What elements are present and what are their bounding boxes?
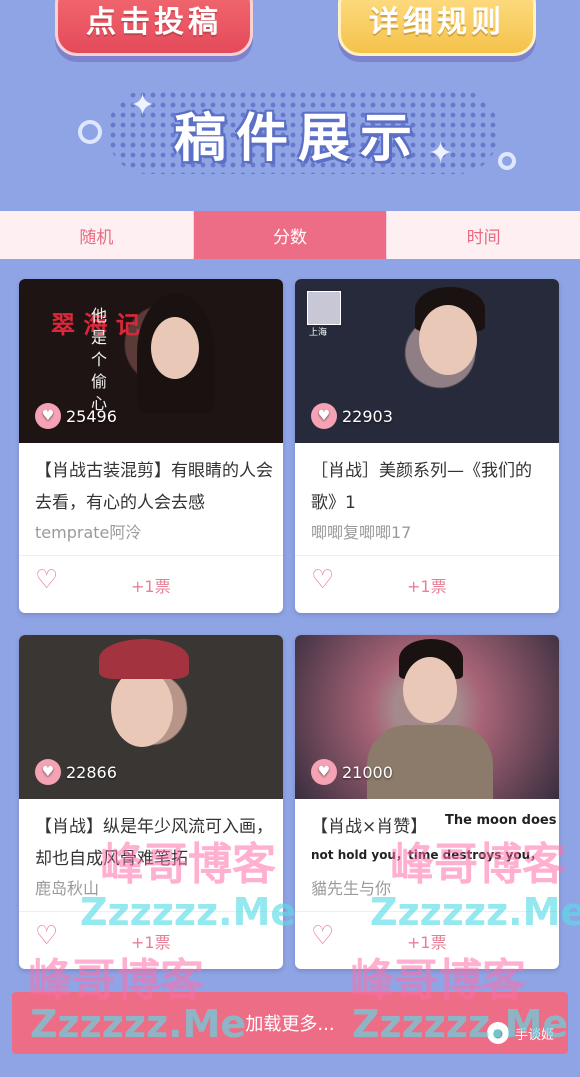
likes-count: ♥ 25496 <box>35 403 117 429</box>
entry-title: 【肖战古装混剪】有眼睛的人会去看，有心的人会去感 <box>35 461 273 513</box>
inset-thumbnail <box>307 291 341 325</box>
entry-author: temprate阿泠 <box>35 523 142 542</box>
entry-thumbnail[interactable]: 翠 海 记 他是个偷心 ♥ 25496 <box>19 279 283 443</box>
heart-outline-icon[interactable]: ♡ <box>311 565 334 595</box>
watermark: Zzzzzz.Me <box>30 1002 247 1046</box>
likes-value: 21000 <box>342 762 393 782</box>
watermark: 峰哥博客 <box>28 955 204 1006</box>
heart-outline-icon[interactable]: ♡ <box>35 565 58 595</box>
sort-tabs: 随机 分数 时间 <box>0 211 580 259</box>
heart-icon: ♥ <box>35 759 61 785</box>
tab-score[interactable]: 分数 <box>192 211 387 259</box>
entry-thumbnail[interactable]: 上海 ♥ 22903 <box>295 279 559 443</box>
entry-thumbnail[interactable]: ♥ 21000 <box>295 635 559 799</box>
likes-value: 25496 <box>66 406 117 426</box>
likes-value: 22866 <box>66 762 117 782</box>
watermark: Zzzzzz.Me <box>352 1002 569 1046</box>
vote-button[interactable]: +1票 <box>407 573 447 597</box>
likes-count: ♥ 22903 <box>311 403 393 429</box>
heart-icon: ♥ <box>35 403 61 429</box>
entry-author: 唧唧复唧唧17 <box>311 523 412 542</box>
section-heading: ✦ ✦ 稿件展示 <box>78 82 518 182</box>
entry-title: ［肖战］美颜系列—《我们的歌》1 <box>311 461 532 513</box>
entry-thumbnail[interactable]: ♥ 22866 <box>19 635 283 799</box>
inset-label: 上海 <box>309 328 328 338</box>
tab-time[interactable]: 时间 <box>386 211 580 259</box>
entry-card[interactable]: 翠 海 记 他是个偷心 ♥ 25496 【肖战古装混剪】有眼睛的人会去看，有心的… <box>19 279 283 613</box>
heart-icon: ♥ <box>311 403 337 429</box>
watermark: 峰哥博客 <box>100 839 276 890</box>
heart-icon: ♥ <box>311 759 337 785</box>
tab-random[interactable]: 随机 <box>0 211 193 259</box>
likes-count: ♥ 22866 <box>35 759 117 785</box>
vote-button[interactable]: +1票 <box>131 573 171 597</box>
watermark: Zzzzzz.Me <box>370 890 580 934</box>
watermark: 峰哥博客 <box>350 955 526 1006</box>
photo-cap <box>99 639 189 679</box>
entry-card[interactable]: 上海 ♥ 22903 ［肖战］美颜系列—《我们的歌》1 唧唧复唧唧17 ♡ +1… <box>295 279 559 613</box>
watermark: 峰哥博客 <box>390 839 566 890</box>
likes-count: ♥ 21000 <box>311 759 393 785</box>
photo-face <box>151 317 199 379</box>
divider <box>19 555 283 556</box>
photo-face <box>403 657 457 723</box>
section-title: 稿件展示 <box>173 109 422 169</box>
poster-vertical-text: 他是个偷心 <box>88 307 107 417</box>
watermark: Zzzzzz.Me <box>80 890 297 934</box>
divider <box>295 555 559 556</box>
photo-face <box>419 305 477 375</box>
photo-face <box>111 669 173 747</box>
rules-button[interactable]: 详细规则 <box>338 0 536 56</box>
likes-value: 22903 <box>342 406 393 426</box>
title-overlay-text: The moon does <box>445 813 557 828</box>
heart-outline-icon[interactable]: ♡ <box>311 921 334 951</box>
load-more-label: 加载更多... <box>245 1014 335 1035</box>
submit-entry-button[interactable]: 点击投稿 <box>55 0 253 56</box>
